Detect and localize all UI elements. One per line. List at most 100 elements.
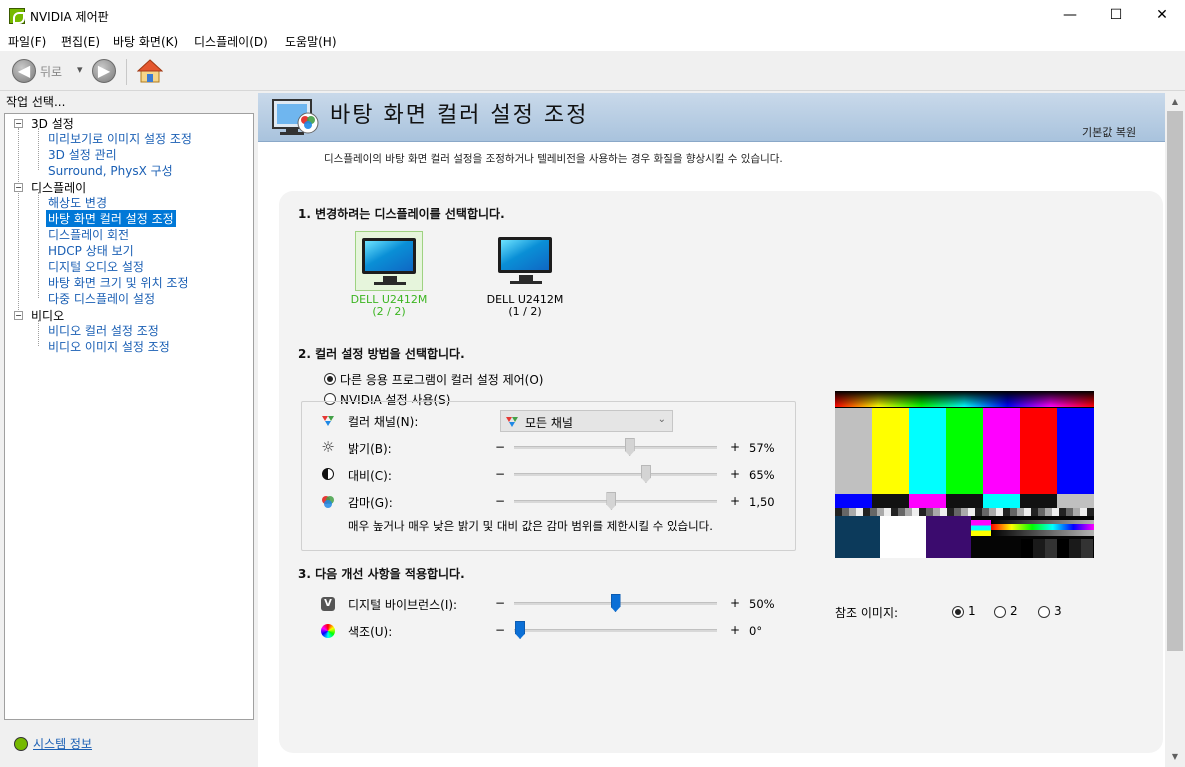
pattern-grey-steps <box>835 508 1094 516</box>
hue-slider[interactable] <box>514 629 717 632</box>
forward-arrow-icon[interactable]: ▶ <box>92 59 116 83</box>
reference-radio-3-label[interactable]: 3 <box>1054 604 1062 618</box>
history-dropdown-icon[interactable]: ▾ <box>77 63 83 76</box>
tree-item-multi-display[interactable]: 다중 디스플레이 설정 <box>48 290 155 307</box>
restore-defaults-link[interactable]: 기본값 복원 <box>1082 124 1136 140</box>
collapse-display-icon[interactable]: − <box>14 183 23 192</box>
tree-item-resolution[interactable]: 해상도 변경 <box>48 194 107 211</box>
radio-other-app[interactable] <box>324 373 336 385</box>
contrast-label: 대비(C): <box>348 469 392 483</box>
hue-plus[interactable]: + <box>730 623 740 637</box>
vibrance-minus[interactable]: − <box>495 596 505 610</box>
contrast-slider[interactable] <box>514 473 717 476</box>
tree-item-rotate[interactable]: 디스플레이 회전 <box>48 226 129 243</box>
tree-item-preview-image[interactable]: 미리보기로 이미지 설정 조정 <box>48 130 192 147</box>
tree-guide <box>18 128 19 318</box>
maximize-button[interactable]: ☐ <box>1093 0 1139 31</box>
collapse-3d-icon[interactable]: − <box>14 119 23 128</box>
monitor-icon <box>362 238 416 274</box>
vertical-scrollbar[interactable]: ▲ ▼ <box>1165 93 1185 767</box>
nvidia-app-icon <box>9 8 25 24</box>
close-button[interactable]: ✕ <box>1139 0 1185 31</box>
color-bar <box>1020 408 1058 494</box>
reference-radio-1-label[interactable]: 1 <box>968 604 976 618</box>
monitor-icon <box>498 237 552 273</box>
menu-desktop[interactable]: 바탕 화면(K) <box>113 33 178 50</box>
pattern-block-white <box>880 516 926 558</box>
title-bar: NVIDIA 제어판 — ☐ ✕ <box>0 0 1185 31</box>
brightness-plus[interactable]: + <box>730 440 740 454</box>
color-channel-label: 컬러 채널(N): <box>348 415 419 429</box>
contrast-minus[interactable]: − <box>495 467 505 481</box>
brightness-minus[interactable]: − <box>495 440 505 454</box>
brightness-label: 밝기(B): <box>348 442 392 456</box>
menu-help[interactable]: 도움말(H) <box>285 33 337 50</box>
brightness-value: 57% <box>749 441 775 455</box>
monitor-1-index: (1 / 2) <box>508 305 542 318</box>
vibrance-plus[interactable]: + <box>730 596 740 610</box>
scroll-down-arrow[interactable]: ▼ <box>1165 748 1185 765</box>
hue-value: 0° <box>749 624 763 638</box>
color-bar <box>983 408 1021 494</box>
reference-radio-2[interactable] <box>994 606 1006 618</box>
tree-item-desktop-color[interactable]: 바탕 화면 컬러 설정 조정 <box>46 210 176 227</box>
reverse-bar <box>872 494 910 508</box>
tree-item-video-image[interactable]: 비디오 이미지 설정 조정 <box>48 338 170 355</box>
page-title: 바탕 화면 컬러 설정 조정 <box>330 103 589 128</box>
tree-item-digital-audio[interactable]: 디지털 오디오 설정 <box>48 258 144 275</box>
hue-minus[interactable]: − <box>495 623 505 637</box>
monitor-base <box>510 281 542 284</box>
pattern-cmy-swatch <box>971 520 991 536</box>
menu-edit[interactable]: 편집(E) <box>61 33 100 50</box>
contrast-plus[interactable]: + <box>730 467 740 481</box>
vibrance-icon: V <box>321 597 335 611</box>
scroll-thumb[interactable] <box>1167 111 1183 651</box>
monitor-1-selector[interactable] <box>492 231 560 291</box>
color-bars <box>835 408 1094 494</box>
reference-test-pattern <box>835 391 1094 558</box>
color-bar <box>1057 408 1094 494</box>
gamma-value: 1,50 <box>749 495 775 509</box>
tree-guide <box>38 128 39 170</box>
gamma-plus[interactable]: + <box>730 494 740 508</box>
tree-item-desktop-size[interactable]: 바탕 화면 크기 및 위치 조정 <box>48 274 189 291</box>
tree-item-video-color[interactable]: 비디오 컬러 설정 조정 <box>48 322 159 339</box>
tree-item-surround-physx[interactable]: Surround, PhysX 구성 <box>48 162 173 179</box>
menu-file[interactable]: 파일(F) <box>8 33 46 50</box>
gamma-icon <box>322 496 334 508</box>
menu-display[interactable]: 디스플레이(D) <box>194 33 268 50</box>
color-channel-icon <box>322 416 334 426</box>
section2-title: 2. 컬러 설정 방법을 선택합니다. <box>298 347 465 361</box>
task-tree: − 3D 설정 미리보기로 이미지 설정 조정 3D 설정 관리 Surroun… <box>4 113 254 720</box>
home-icon[interactable] <box>137 59 163 83</box>
color-channel-dropdown[interactable]: 모든 채널 ⌄ <box>500 410 673 432</box>
radio-other-app-label[interactable]: 다른 응용 프로그램이 컬러 설정 제어(O) <box>340 371 543 388</box>
tree-item-hdcp[interactable]: HDCP 상태 보기 <box>48 242 134 259</box>
reference-image-label: 참조 이미지: <box>835 606 899 620</box>
color-bar <box>909 408 947 494</box>
reference-radio-2-label[interactable]: 2 <box>1010 604 1018 618</box>
gamma-minus[interactable]: − <box>495 494 505 508</box>
tree-item-3d-manage[interactable]: 3D 설정 관리 <box>48 146 117 163</box>
vibrance-value: 50% <box>749 597 775 611</box>
pattern-rainbow-strip <box>991 524 1094 530</box>
minimize-button[interactable]: — <box>1047 0 1093 31</box>
back-arrow-icon[interactable]: ◀ <box>12 59 36 83</box>
collapse-video-icon[interactable]: − <box>14 311 23 320</box>
monitor-2-selector[interactable] <box>355 231 423 291</box>
system-info-link[interactable]: 시스템 정보 <box>33 735 92 752</box>
brightness-slider[interactable] <box>514 446 717 449</box>
back-label[interactable]: 뒤로 <box>40 63 62 80</box>
menu-bar: 파일(F) 편집(E) 바탕 화면(K) 디스플레이(D) 도움말(H) <box>0 31 1185 51</box>
page-description: 디스플레이의 바탕 화면 컬러 설정을 조정하거나 텔레비전을 사용하는 경우 … <box>324 153 783 165</box>
reference-radio-1[interactable] <box>952 606 964 618</box>
reference-radio-3[interactable] <box>1038 606 1050 618</box>
hue-icon <box>321 624 335 638</box>
contrast-icon <box>322 468 334 480</box>
pattern-top-shade <box>835 391 1094 407</box>
gamma-label: 감마(G): <box>348 496 393 510</box>
toolbar: ◀ 뒤로 ▾ ▶ <box>0 51 1185 91</box>
scroll-up-arrow[interactable]: ▲ <box>1165 93 1185 110</box>
reverse-bar <box>1057 494 1094 508</box>
color-channel-value: 모든 채널 <box>525 416 573 430</box>
